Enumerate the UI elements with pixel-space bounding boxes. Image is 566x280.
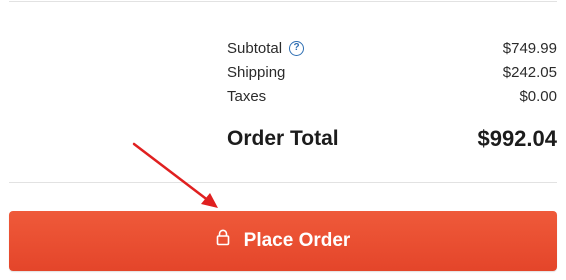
subtotal-label-group: Subtotal ? bbox=[227, 39, 305, 57]
subtotal-value: $749.99 bbox=[502, 39, 557, 57]
order-total-value: $992.04 bbox=[477, 126, 557, 151]
question-circle-icon[interactable]: ? bbox=[289, 40, 305, 56]
order-total-label: Order Total bbox=[227, 127, 339, 150]
lock-icon bbox=[216, 229, 230, 252]
order-summary-panel: Subtotal ? $749.99 Shipping $242.05 Taxe… bbox=[0, 0, 566, 280]
taxes-row: Taxes $0.00 bbox=[227, 84, 557, 108]
order-summary: Subtotal ? $749.99 Shipping $242.05 Taxe… bbox=[227, 36, 557, 152]
taxes-label: Taxes bbox=[227, 87, 267, 105]
taxes-value: $0.00 bbox=[519, 87, 557, 105]
section-divider bbox=[9, 182, 557, 183]
subtotal-row: Subtotal ? $749.99 bbox=[227, 36, 557, 60]
place-order-label: Place Order bbox=[243, 230, 351, 251]
shipping-label: Shipping bbox=[227, 63, 286, 81]
top-divider bbox=[9, 1, 557, 2]
subtotal-label: Subtotal bbox=[227, 39, 283, 57]
order-total-row: Order Total $992.04 bbox=[227, 126, 557, 152]
shipping-row: Shipping $242.05 bbox=[227, 60, 557, 84]
shipping-value: $242.05 bbox=[502, 63, 557, 81]
place-order-button[interactable]: Place Order bbox=[9, 211, 557, 271]
